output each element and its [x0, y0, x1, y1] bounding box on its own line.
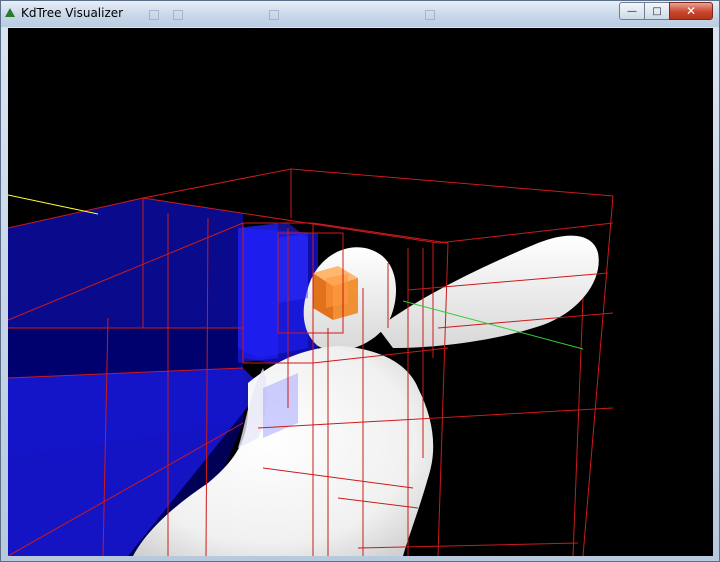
axis-yellow — [8, 194, 99, 215]
ghost-icon — [425, 10, 435, 20]
caption-buttons: — □ ✕ — [619, 2, 713, 22]
app-window: KdTree Visualizer — □ ✕ — [0, 0, 720, 562]
ghost-icon — [149, 10, 159, 20]
app-icon — [5, 8, 15, 17]
highlight-node — [313, 266, 358, 320]
ghost-icon — [173, 10, 183, 20]
close-button[interactable]: ✕ — [669, 2, 713, 20]
maximize-button[interactable]: □ — [644, 2, 670, 20]
ghost-icon — [269, 10, 279, 20]
window-title: KdTree Visualizer — [21, 6, 124, 20]
minimize-icon: — — [627, 5, 637, 17]
scene-canvas — [8, 168, 614, 556]
close-icon: ✕ — [685, 4, 697, 18]
title-bar[interactable]: KdTree Visualizer — □ ✕ — [1, 1, 719, 27]
render-viewport[interactable] — [8, 28, 713, 556]
maximize-icon: □ — [652, 5, 662, 17]
minimize-button[interactable]: — — [619, 2, 645, 20]
